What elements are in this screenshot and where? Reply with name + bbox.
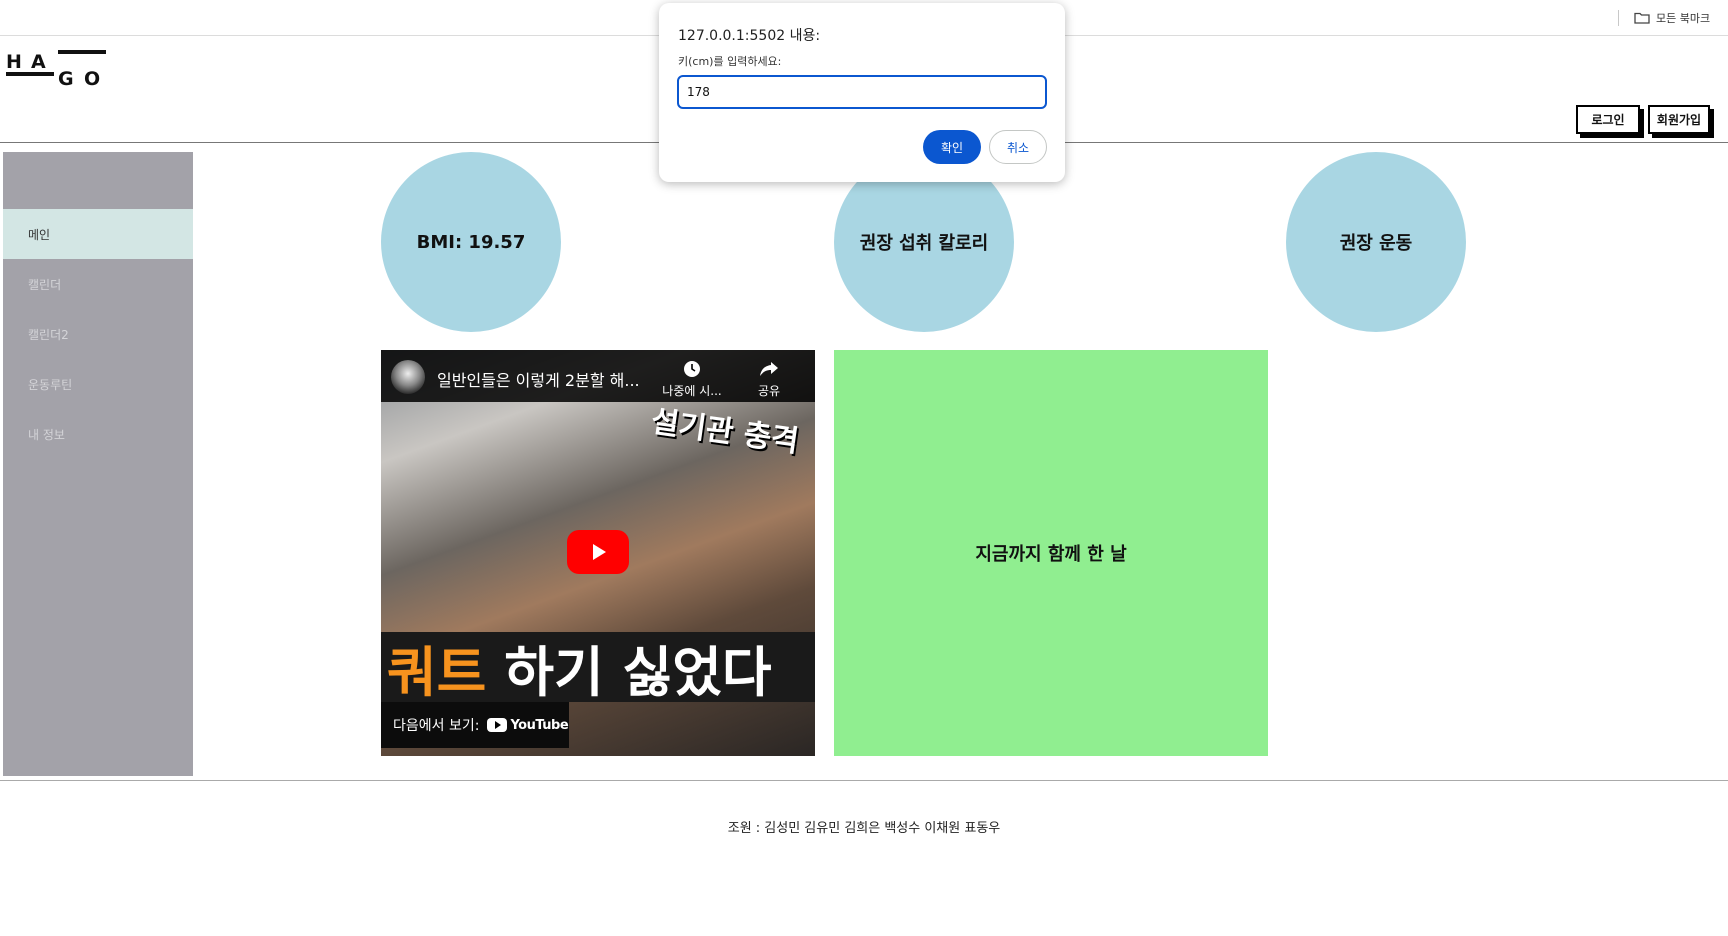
svg-text:G: G	[58, 68, 74, 90]
folder-icon	[1634, 12, 1650, 24]
watch-later-label: 나중에 시...	[662, 384, 722, 398]
svg-text:A: A	[31, 51, 46, 73]
bmi-value: BMI: 19.57	[416, 231, 526, 253]
hago-logo[interactable]: H A G O	[6, 50, 110, 90]
cancel-button[interactable]: 취소	[989, 130, 1047, 164]
recommended-exercise-label: 권장 운동	[1339, 233, 1413, 254]
svg-text:O: O	[84, 68, 100, 90]
share-icon	[760, 362, 778, 376]
youtube-play-icon	[487, 718, 508, 732]
share-label: 공유	[757, 384, 781, 398]
footer-members: 조원 : 김성민 김유민 김희은 백성수 이채원 표동우	[727, 821, 1001, 836]
all-bookmarks-label: 모든 북마크	[1656, 12, 1711, 25]
youtube-logo-text: YouTube	[510, 717, 569, 733]
login-button[interactable]: 로그인	[1576, 105, 1640, 134]
youtube-logo: YouTube	[487, 717, 569, 733]
dialog-message: 키(cm)를 입력하세요:	[678, 55, 782, 68]
days-together-panel: 지금까지 함께 한 날	[834, 350, 1268, 756]
all-bookmarks-button[interactable]: 모든 북마크	[1634, 9, 1710, 27]
share-button[interactable]: 공유	[747, 360, 791, 399]
sidebar-item-label: 메인	[28, 227, 51, 242]
video-title[interactable]: 일반인들은 이렇게 2분할 해...	[437, 367, 657, 391]
video-title-bar: 일반인들은 이렇게 2분할 해... 나중에 시... 공유	[381, 350, 815, 402]
recommended-exercise-circle[interactable]: 권장 운동	[1286, 152, 1466, 332]
prompt-dialog: 127.0.0.1:5502 내용: 키(cm)를 입력하세요: 확인 취소	[659, 3, 1065, 182]
sidebar-item-label: 캘린더	[28, 277, 62, 292]
sidebar-item-main[interactable]: 메인	[3, 209, 193, 259]
watch-on-youtube-button[interactable]: 다음에서 보기: YouTube	[381, 702, 569, 748]
youtube-embed[interactable]: 설기관 충격 쿼트 하기 싫었다 일반인들은 이렇게 2분할 해... 나중에 …	[381, 350, 815, 756]
bmi-circle: BMI: 19.57	[381, 152, 561, 332]
clock-icon	[684, 361, 700, 377]
play-icon	[593, 544, 606, 560]
watch-on-label: 다음에서 보기:	[393, 718, 480, 734]
sidebar-item-calendar[interactable]: 캘린더	[3, 259, 193, 309]
play-button[interactable]	[567, 530, 629, 574]
dialog-title: 127.0.0.1:5502 내용:	[678, 28, 821, 44]
confirm-button[interactable]: 확인	[923, 130, 981, 164]
signup-button[interactable]: 회원가입	[1648, 105, 1710, 134]
thumbnail-caption-rest: 하기 싫었다	[504, 640, 772, 703]
footer-divider	[0, 780, 1728, 781]
recommended-calories-label: 권장 섭취 칼로리	[859, 233, 989, 254]
watch-later-button[interactable]: 나중에 시...	[657, 360, 727, 399]
thumbnail-caption-bottom: 쿼트 하기 싫었다	[381, 632, 815, 702]
bookmarks-separator	[1618, 10, 1619, 26]
sidebar-item-workout-routine[interactable]: 운동루틴	[3, 359, 193, 409]
height-input[interactable]	[677, 75, 1047, 109]
sidebar-item-label: 캘린더2	[28, 327, 69, 342]
sidebar-item-my-info[interactable]: 내 정보	[3, 409, 193, 459]
sidebar-item-label: 운동루틴	[28, 377, 73, 392]
channel-avatar[interactable]	[391, 360, 425, 394]
sidebar: 메인 캘린더 캘린더2 운동루틴 내 정보	[3, 152, 193, 776]
sidebar-item-label: 내 정보	[28, 427, 65, 442]
days-together-label: 지금까지 함께 한 날	[975, 544, 1127, 565]
svg-text:H: H	[6, 51, 22, 73]
sidebar-item-calendar2[interactable]: 캘린더2	[3, 309, 193, 359]
thumbnail-caption-highlight: 쿼트	[387, 640, 487, 703]
